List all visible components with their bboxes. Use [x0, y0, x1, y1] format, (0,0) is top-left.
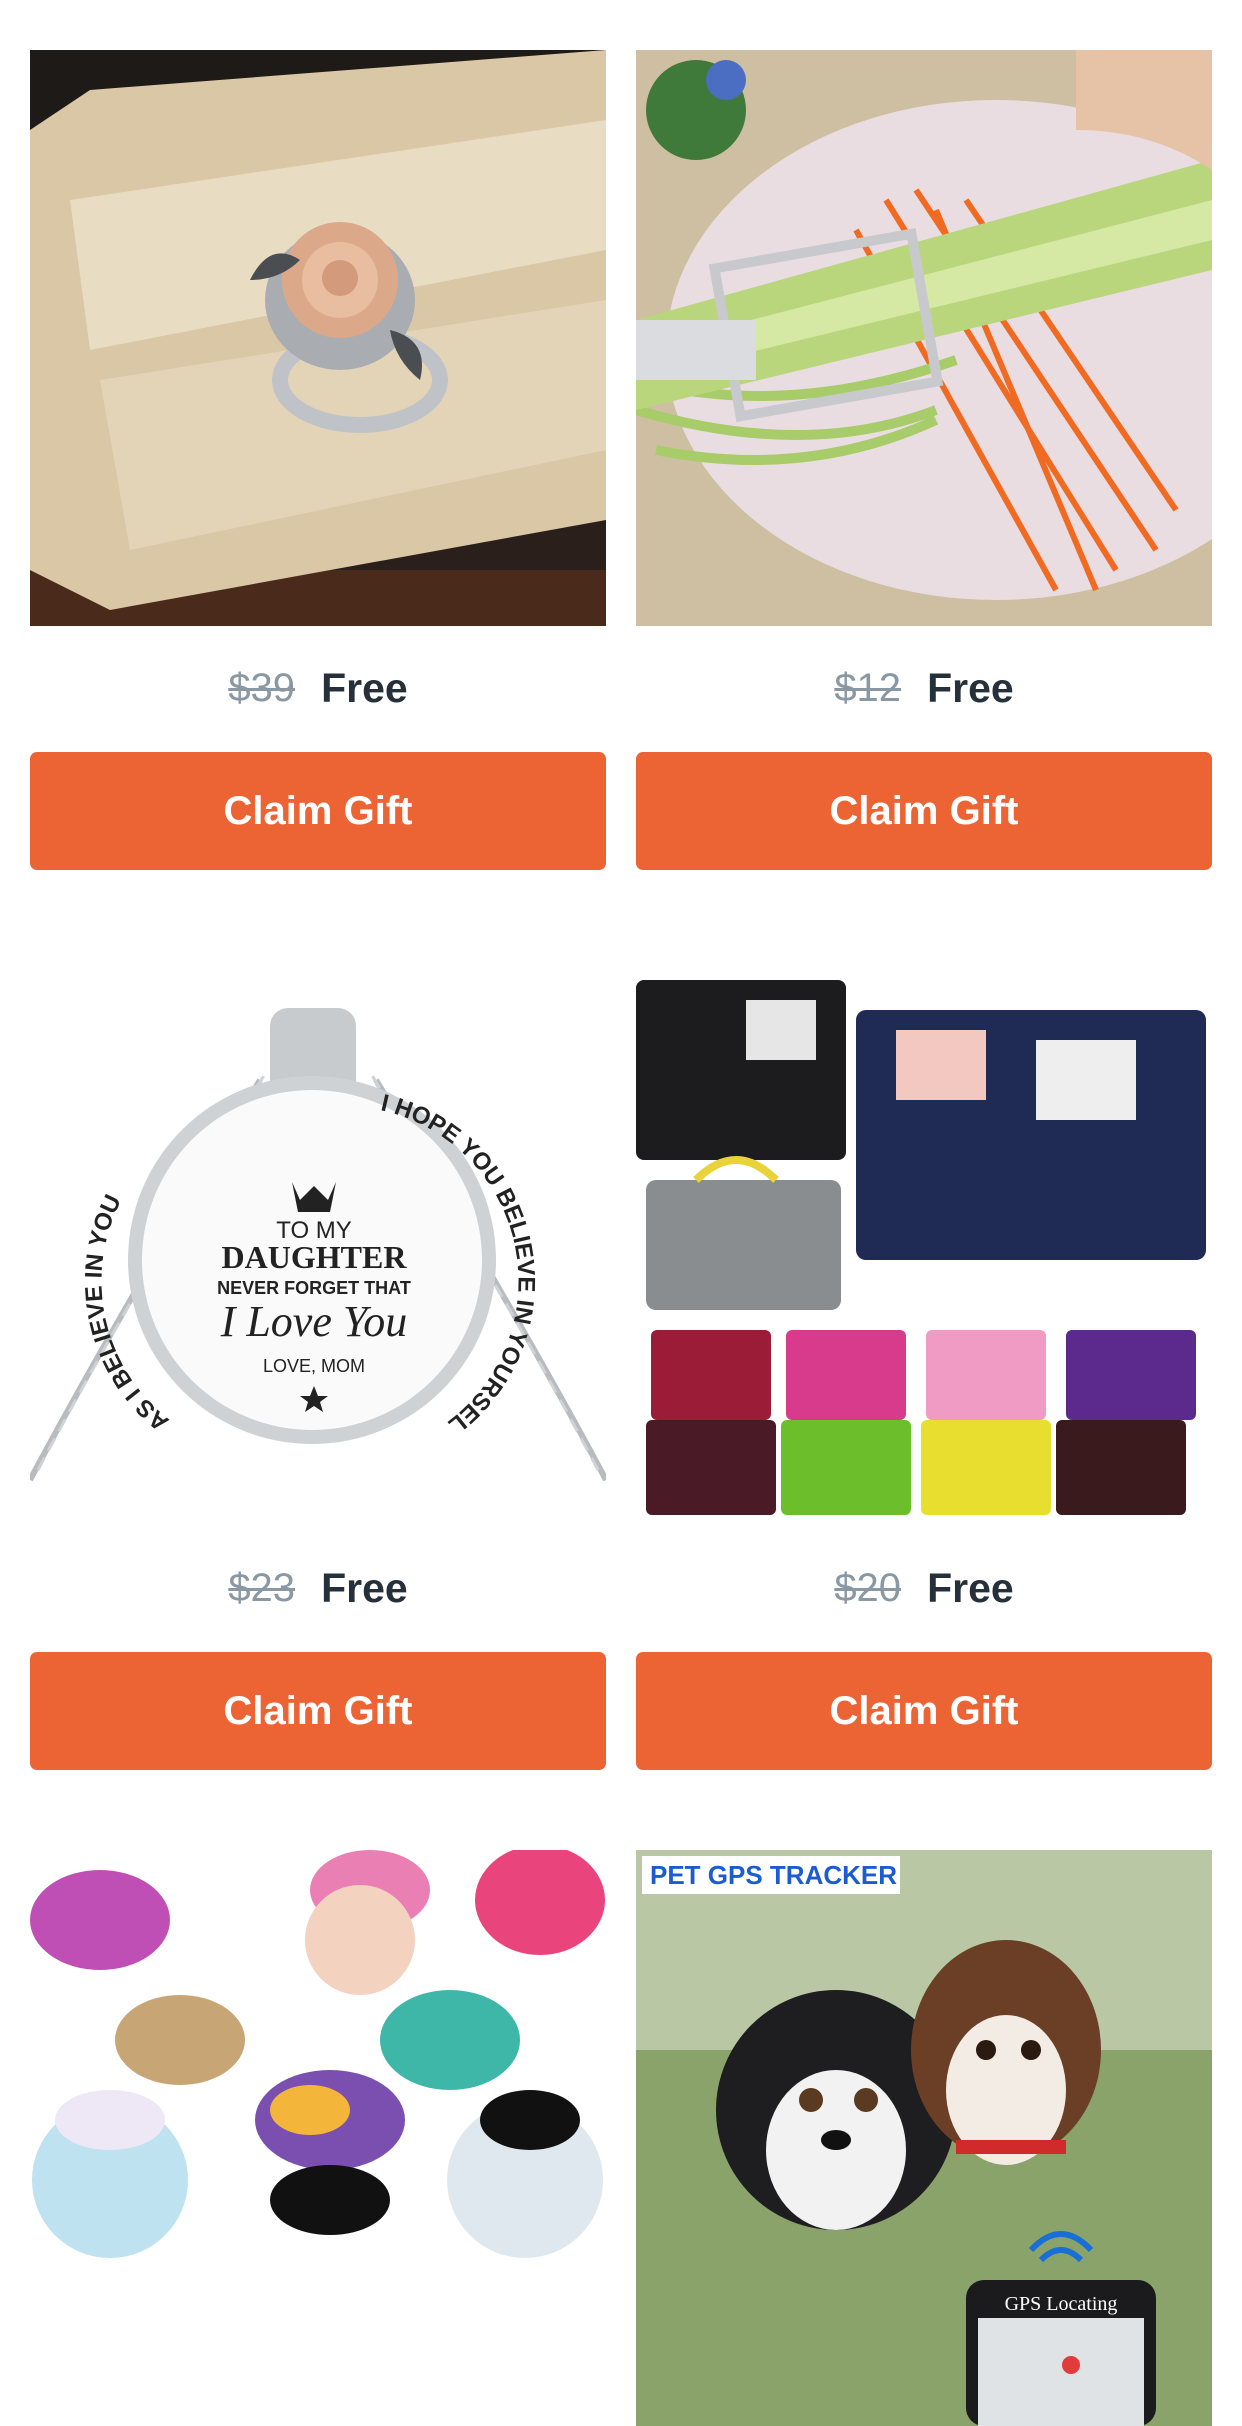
vegetable-peeler-icon — [636, 50, 1212, 626]
price-row: $12 Free — [636, 662, 1212, 714]
sale-price: Free — [927, 664, 1014, 711]
engraving-line4: I Love You — [220, 1297, 408, 1346]
original-price: $23 — [228, 1565, 296, 1610]
pet-gps-tracker-icon: PET GPS TRACKER GPS Locating — [636, 1850, 1212, 2426]
phone-label: GPS Locating — [1005, 2293, 1118, 2315]
original-price: $39 — [228, 665, 296, 710]
original-price: $12 — [834, 665, 902, 710]
organizer-bags-image[interactable] — [636, 950, 1212, 1526]
claim-gift-button[interactable]: Claim Gift — [636, 1652, 1212, 1770]
price-row: $23 Free — [30, 1562, 606, 1614]
sale-price: Free — [321, 1564, 408, 1611]
organizer-bags-icon — [636, 950, 1212, 1526]
hair-bows-image[interactable] — [30, 1850, 606, 2426]
rose-ring-image[interactable] — [30, 50, 606, 626]
engraving-line2: DAUGHTER — [222, 1239, 408, 1275]
engraving-line3: NEVER FORGET THAT — [217, 1278, 411, 1298]
price-row: $20 Free — [636, 1562, 1212, 1614]
sale-price: Free — [321, 664, 408, 711]
location-pin-icon — [1062, 2356, 1080, 2374]
claim-gift-button[interactable]: Claim Gift — [30, 752, 606, 870]
daughter-necklace-icon: AS I BELIEVE IN YOU I HOPE YOU BELIEVE I… — [30, 950, 606, 1526]
original-price: $20 — [834, 1565, 902, 1610]
price-row: $39 Free — [30, 662, 606, 714]
engraving-line5: LOVE, MOM — [263, 1356, 365, 1376]
hair-bows-icon — [30, 1850, 606, 2426]
rose-ring-icon — [30, 50, 606, 626]
claim-gift-button[interactable]: Claim Gift — [30, 1652, 606, 1770]
claim-gift-button[interactable]: Claim Gift — [636, 752, 1212, 870]
daughter-necklace-image[interactable]: AS I BELIEVE IN YOU I HOPE YOU BELIEVE I… — [30, 950, 606, 1526]
pet-gps-tracker-image[interactable]: PET GPS TRACKER GPS Locating — [636, 1850, 1212, 2426]
sale-price: Free — [927, 1564, 1014, 1611]
banner-text: PET GPS TRACKER — [650, 1860, 897, 1890]
vegetable-peeler-image[interactable] — [636, 50, 1212, 626]
